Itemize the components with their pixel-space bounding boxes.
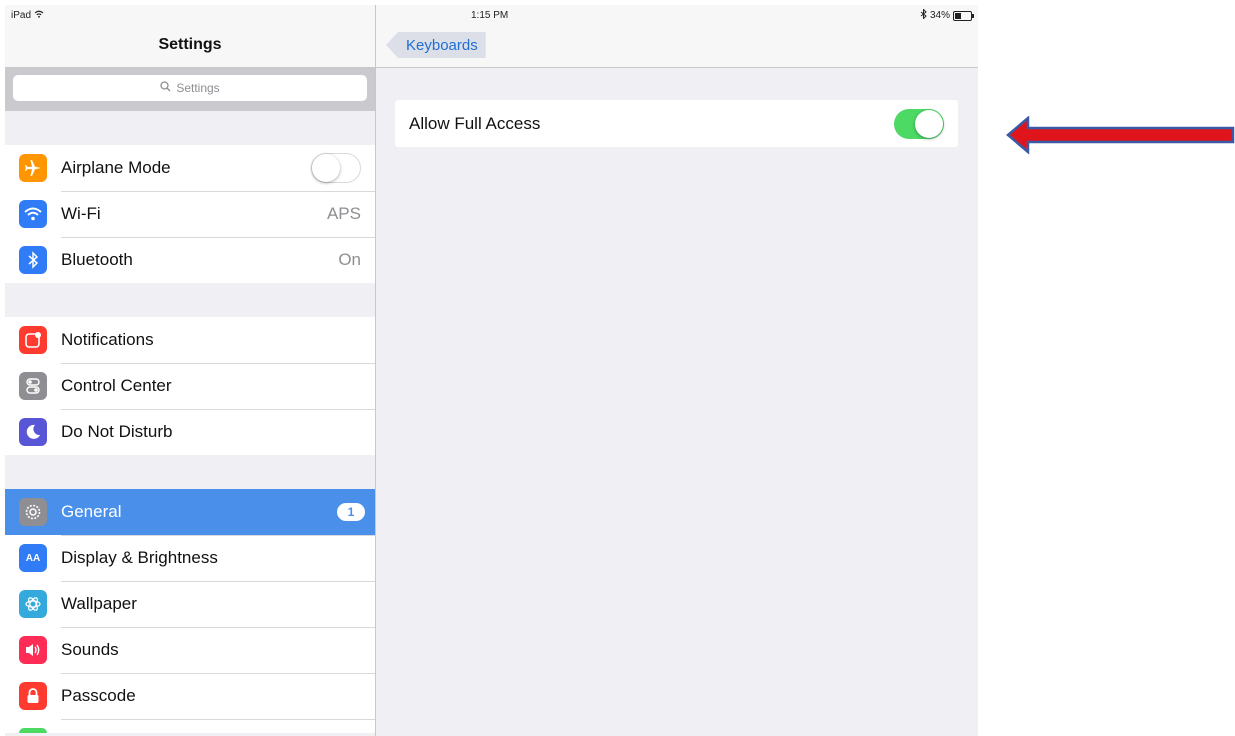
sidebar-item-display-brightness[interactable]: AA Display & Brightness <box>5 535 375 581</box>
bluetooth-icon <box>19 246 47 274</box>
status-bar: iPad 1:15 PM 34% <box>5 5 978 27</box>
status-device: iPad <box>11 10 44 21</box>
search-bar: Settings <box>5 68 375 111</box>
sound-icon <box>19 636 47 664</box>
sidebar-item-passcode[interactable]: Passcode <box>5 673 375 719</box>
wifi-signal-icon <box>34 10 44 21</box>
sidebar-item-do-not-disturb[interactable]: Do Not Disturb <box>5 409 375 455</box>
sidebar-item-bluetooth[interactable]: Bluetooth On <box>5 237 375 283</box>
wallpaper-icon <box>19 590 47 618</box>
status-time: 1:15 PM <box>471 10 509 21</box>
battery-fill <box>955 12 961 19</box>
sidebar-item-wallpaper[interactable]: Wallpaper <box>5 581 375 627</box>
search-icon <box>160 81 171 95</box>
sidebar-item-partial <box>5 719 375 733</box>
sidebar-item-label: Bluetooth <box>61 250 133 269</box>
annotation-arrow <box>1006 116 1235 154</box>
gear-icon <box>19 498 47 526</box>
bluetooth-status-icon <box>920 8 927 22</box>
sidebar-item-sounds[interactable]: Sounds <box>5 627 375 673</box>
display-icon: AA <box>19 544 47 572</box>
wifi-icon <box>19 200 47 228</box>
wifi-network-value: APS <box>326 204 361 223</box>
notifications-icon <box>19 326 47 354</box>
battery-percent: 34% <box>929 10 950 21</box>
lock-icon <box>19 682 47 710</box>
search-placeholder: Settings <box>176 81 220 95</box>
sidebar-item-label: Notifications <box>61 330 154 349</box>
settings-group-notifications: Notifications Control Center Do Not Dist… <box>5 317 375 455</box>
sidebar-item-label: General <box>61 502 122 521</box>
settings-sidebar: Settings Settings Airplane Mode Wi-Fi AP… <box>5 5 376 736</box>
airplane-mode-toggle[interactable] <box>311 153 361 183</box>
battery-icon <box>953 10 974 21</box>
allow-full-access-toggle[interactable] <box>894 109 944 139</box>
allow-full-access-label: Allow Full Access <box>409 114 541 133</box>
sidebar-item-label: Passcode <box>61 686 136 705</box>
sidebar-item-control-center[interactable]: Control Center <box>5 363 375 409</box>
search-input[interactable]: Settings <box>13 75 367 101</box>
sidebar-item-label: Control Center <box>61 376 172 395</box>
sidebar-item-label: Sounds <box>61 640 119 659</box>
back-button[interactable]: Keyboards <box>386 32 486 58</box>
sidebar-item-label: Display & Brightness <box>61 548 218 567</box>
sidebar-item-label: Do Not Disturb <box>61 422 173 441</box>
airplane-icon <box>19 154 47 182</box>
sidebar-title: Settings <box>158 36 222 53</box>
allow-full-access-row: Allow Full Access <box>395 100 958 147</box>
control-center-icon <box>19 372 47 400</box>
ipad-screen: Settings Settings Airplane Mode Wi-Fi AP… <box>5 5 978 736</box>
detail-pane: Keyboards Allow Full Access <box>376 5 978 736</box>
settings-group-connectivity: Airplane Mode Wi-Fi APS Bluetooth On <box>5 145 375 283</box>
sidebar-item-wifi[interactable]: Wi-Fi APS <box>5 191 375 237</box>
update-badge: 1 <box>337 503 365 521</box>
battery-settings-icon <box>19 728 47 733</box>
back-button-label: Keyboards <box>406 36 478 54</box>
sidebar-item-label: Wallpaper <box>61 594 137 613</box>
settings-group-general: General 1 AA Display & Brightness Wallpa… <box>5 489 375 733</box>
status-right: 34% <box>920 8 974 22</box>
moon-icon <box>19 418 47 446</box>
sidebar-item-airplane-mode[interactable]: Airplane Mode <box>5 145 375 191</box>
sidebar-item-label: Airplane Mode <box>61 158 171 177</box>
sidebar-item-label: Wi-Fi <box>61 204 101 223</box>
sidebar-item-general[interactable]: General 1 <box>5 489 375 535</box>
bluetooth-status-value: On <box>338 250 361 269</box>
sidebar-item-notifications[interactable]: Notifications <box>5 317 375 363</box>
